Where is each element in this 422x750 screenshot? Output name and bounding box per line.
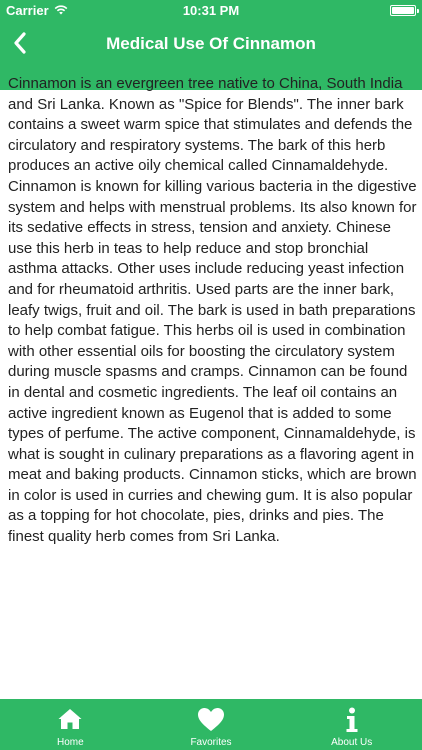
tab-home-label: Home	[56, 737, 84, 748]
tab-favorites-label: Favorites	[190, 737, 232, 748]
article-body: Cinnamon is an evergreen tree native to …	[8, 75, 417, 546]
info-icon	[345, 707, 359, 732]
navigation-bar: Medical Use Of Cinnamon	[0, 22, 422, 67]
chevron-left-icon	[8, 32, 42, 64]
heart-icon	[197, 707, 225, 731]
tab-home[interactable]: Home	[0, 699, 141, 750]
battery-icon	[390, 5, 419, 16]
tab-about-us-label: About Us	[331, 737, 373, 748]
tab-bar: Home Favorites About Us	[0, 699, 422, 750]
back-button[interactable]	[8, 28, 42, 60]
status-bar: Carrier 10:31 PM	[0, 0, 422, 22]
tab-about-us[interactable]: About Us	[281, 699, 422, 750]
page-title: Medical Use Of Cinnamon	[106, 34, 316, 53]
tab-favorites[interactable]: Favorites	[141, 699, 282, 750]
status-time: 10:31 PM	[182, 3, 240, 18]
home-icon	[57, 707, 83, 731]
